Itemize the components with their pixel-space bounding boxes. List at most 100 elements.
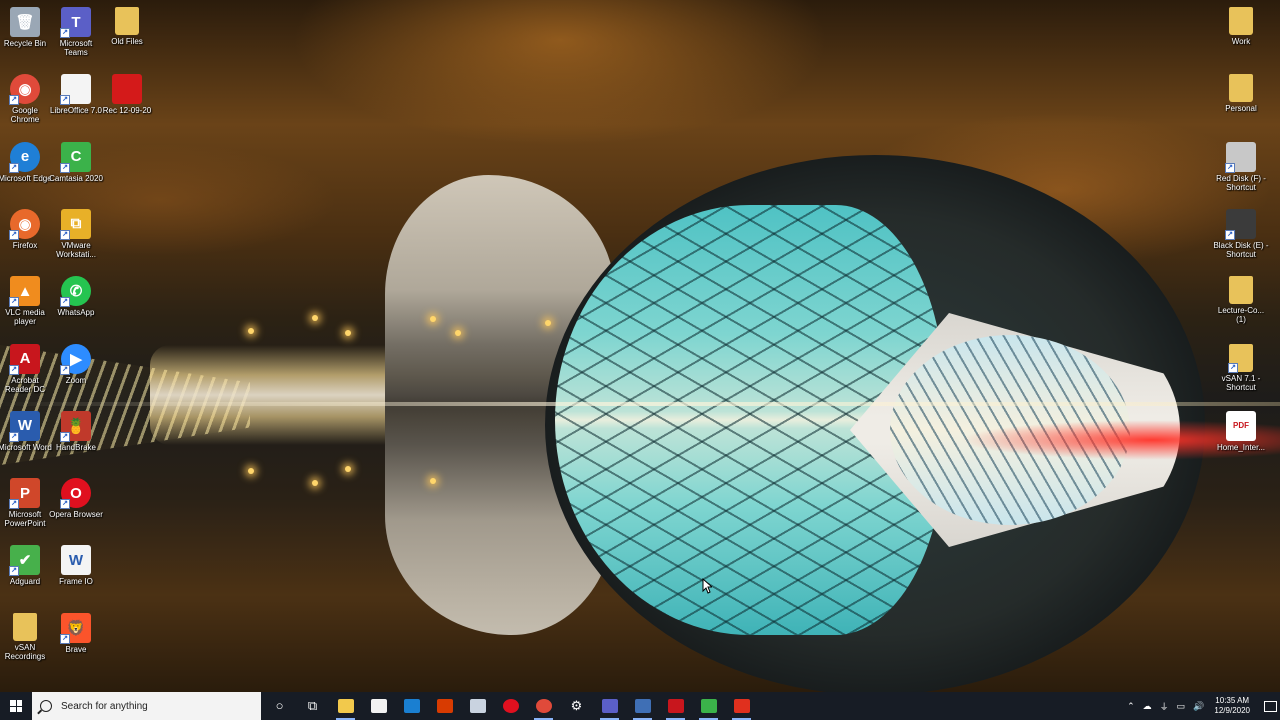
opera-icon: O ↗ [60,478,91,510]
taskbar-button[interactable] [362,692,395,720]
recycle-bin-icon: 🗑 [10,7,40,37]
volume-icon[interactable]: 🔊 [1193,701,1204,712]
desktop-icon[interactable]: T ↗ Microsoft Teams [48,3,104,69]
word-icon: W ↗ [9,410,40,442]
desktop-icon[interactable]: ◉ ↗ Firefox [0,205,53,271]
desktop-icon[interactable]: P ↗ Microsoft PowerPoint [0,474,53,540]
usb-icon[interactable]: ⏚ [1160,700,1169,713]
desktop-icon[interactable]: C ↗ Camtasia 2020 [48,138,104,204]
desktop-icon-label: Microsoft PowerPoint [4,510,46,529]
chrome-icon [535,699,552,713]
desktop-icon[interactable]: O ↗ Opera Browser [48,474,104,540]
desktop-icon-label: Recycle Bin [3,39,47,48]
taskbar-button[interactable] [527,692,560,720]
desktop-icon[interactable]: Work [1213,3,1269,69]
desktop-icon[interactable]: A ↗ Acrobat Reader DC [0,340,53,406]
adguard-icon: ✔ ↗ [9,545,40,577]
desktop-icon-label: Microsoft Word [0,442,52,452]
file-explorer-icon [337,699,354,713]
taskbar-pinned-apps: ○ ⧉ ⚙ [263,692,758,720]
desktop-icon-label: Red Disk (F) - Shortcut [1216,173,1266,192]
teams-icon [601,699,618,713]
folder-icon [13,612,37,641]
desktop-icon-label: VLC media player [5,308,45,327]
folder-icon [1229,7,1253,35]
camtasia-icon: C ↗ [60,141,91,173]
shortcut-arrow-icon: ↗ [60,297,70,308]
desktop-icon[interactable]: vSAN Recordings [0,609,53,675]
desktop-icon-label: Camtasia 2020 [49,173,103,183]
windows-logo-icon [10,700,22,712]
desktop-icon-label: Lecture-Co... (1) [1217,306,1265,325]
taskbar-button[interactable]: ⚙ [560,692,593,720]
desktop-icon[interactable]: ↗ vSAN 7.1 - Shortcut [1213,340,1269,406]
chevron-up-icon[interactable]: ⌃ [1127,701,1135,712]
desktop-icon[interactable]: ↗ LibreOffice 7.0 [48,70,104,136]
desktop-icon[interactable]: Old Files [99,3,155,69]
desktop-icon[interactable]: 🗑 Recycle Bin [0,3,53,69]
chrome-icon: ◉ ↗ [9,74,40,106]
taskbar-button[interactable]: ○ [263,692,296,720]
taskbar-button[interactable] [725,692,758,720]
taskbar-button[interactable] [395,692,428,720]
acrobat-icon: A ↗ [9,343,40,375]
desktop-icon-label: VMware Workstati... [56,240,96,259]
start-button[interactable] [0,692,32,720]
whatsapp-icon: ✆ ↗ [60,276,91,308]
drive-icon: ↗ [1225,141,1256,173]
desktop-icon[interactable]: 🍍 ↗ HandBrake [48,407,104,473]
desktop-icon-label: Rec 12-09-20 [102,106,152,116]
clock[interactable]: 10:35 AM 12/9/2020 [1214,696,1250,716]
document-icon: W [61,545,91,576]
notification-icon [1263,700,1277,712]
desktop-icon[interactable]: ◉ ↗ Google Chrome [0,70,53,136]
desktop-icon[interactable]: 🦁 ↗ Brave [48,609,104,675]
taskbar-search-box[interactable]: Search for anything [32,692,261,720]
folder-icon [115,7,139,35]
desktop-icon[interactable]: e ↗ Microsoft Edge [0,138,53,204]
pdf-icon: PDF [1226,410,1256,441]
taskbar-button[interactable] [659,692,692,720]
desktop-icon[interactable]: ▲ ↗ VLC media player [0,272,53,338]
search-icon [40,700,52,712]
mail-icon [403,699,420,713]
desktop-icon[interactable]: Rec 12-09-20 [99,70,155,136]
desktop-icon[interactable]: W ↗ Microsoft Word [0,407,53,473]
desktop-icon[interactable]: ✔ ↗ Adguard [0,541,53,607]
taskbar-button[interactable] [428,692,461,720]
cloud-icon[interactable]: ☁ [1143,701,1152,712]
shortcut-arrow-icon: ↗ [1228,362,1238,373]
edge-icon: e ↗ [9,141,40,173]
shortcut-arrow-icon: ↗ [60,633,70,644]
remote-desktop-icon [634,699,651,713]
firefox-icon: ◉ ↗ [9,208,40,240]
desktop-icon[interactable]: Lecture-Co... (1) [1213,272,1269,338]
vlc-icon: ▲ ↗ [9,276,40,308]
opera-icon [502,699,519,713]
desktop-icon[interactable]: PDF Home_Inter... [1213,407,1269,473]
network-icon[interactable]: ▭ [1177,701,1186,712]
shortcut-arrow-icon: ↗ [60,28,70,38]
desktop-icon-label: Microsoft Edge [0,173,52,183]
desktop-icon[interactable]: ↗ Black Disk (E) - Shortcut [1213,205,1269,271]
taskbar-button[interactable] [494,692,527,720]
zoom-icon: ▶ ↗ [60,343,91,375]
desktop-icon[interactable]: ▶ ↗ Zoom [48,340,104,406]
taskbar-button[interactable] [593,692,626,720]
shortcut-arrow-icon: ↗ [60,229,70,240]
wallpaper-waterline [0,402,1280,406]
desktop-icon[interactable]: ✆ ↗ WhatsApp [48,272,104,338]
desktop-icon[interactable]: W Frame IO [48,541,104,607]
taskbar-button[interactable] [329,692,362,720]
desktop-icon-label: Adguard [9,577,41,587]
taskbar-button[interactable] [461,692,494,720]
taskbar-button[interactable] [692,692,725,720]
desktop-icon[interactable]: ↗ Red Disk (F) - Shortcut [1213,138,1269,204]
notification-center-button[interactable] [1260,692,1280,720]
desktop-icon[interactable]: Personal [1213,70,1269,136]
office-icon [436,699,453,713]
taskbar-button[interactable]: ⧉ [296,692,329,720]
taskbar-button[interactable] [626,692,659,720]
desktop-icon-label: Black Disk (E) - Shortcut [1213,240,1269,259]
desktop-icon[interactable]: ⧉ ↗ VMware Workstati... [48,205,104,271]
